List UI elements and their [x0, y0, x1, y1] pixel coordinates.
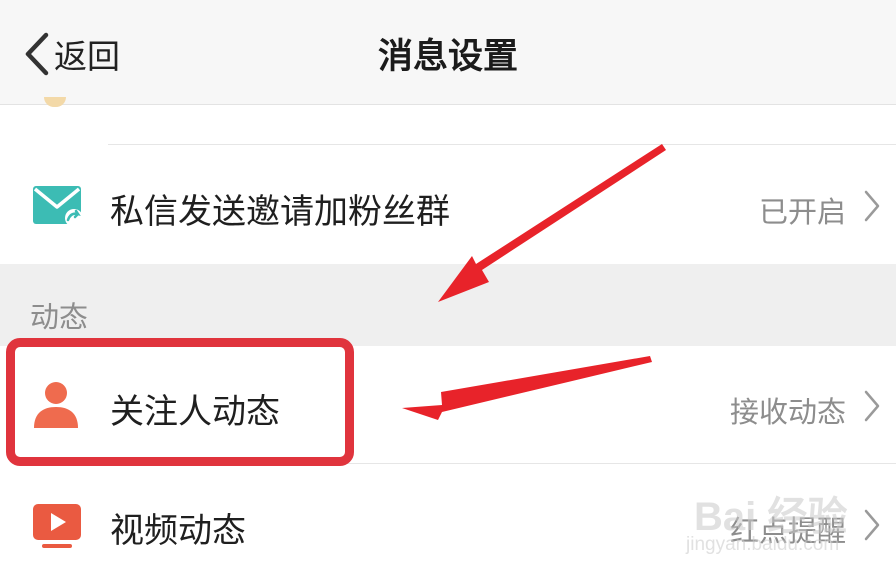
- partial-icon: [44, 97, 66, 107]
- row-label: 私信发送邀请加粉丝群: [110, 192, 450, 232]
- nav-bar: 返回 消息设置: [0, 0, 896, 105]
- mail-icon: [33, 186, 83, 227]
- row-label: 视频动态: [110, 511, 246, 551]
- chevron-right-icon: [864, 390, 880, 422]
- row-value: 接收动态: [729, 395, 846, 429]
- list-item-private-message-invite[interactable]: 私信发送邀请加粉丝群 已开启: [0, 146, 896, 264]
- chevron-right-icon: [864, 190, 880, 222]
- video-icon: [33, 504, 81, 548]
- list-item-partial: [0, 97, 896, 145]
- section-title: 动态: [30, 300, 89, 334]
- page-title: 消息设置: [377, 37, 518, 77]
- watermark-url: jingyan.baidu.com: [686, 534, 840, 555]
- row-value: 已开启: [758, 195, 846, 229]
- section-header-dynamics: 动态: [0, 264, 896, 346]
- watermark: Bai 经验 jingyan.baidu.com: [680, 478, 890, 570]
- divider: [108, 144, 896, 145]
- highlight-box: [6, 338, 354, 466]
